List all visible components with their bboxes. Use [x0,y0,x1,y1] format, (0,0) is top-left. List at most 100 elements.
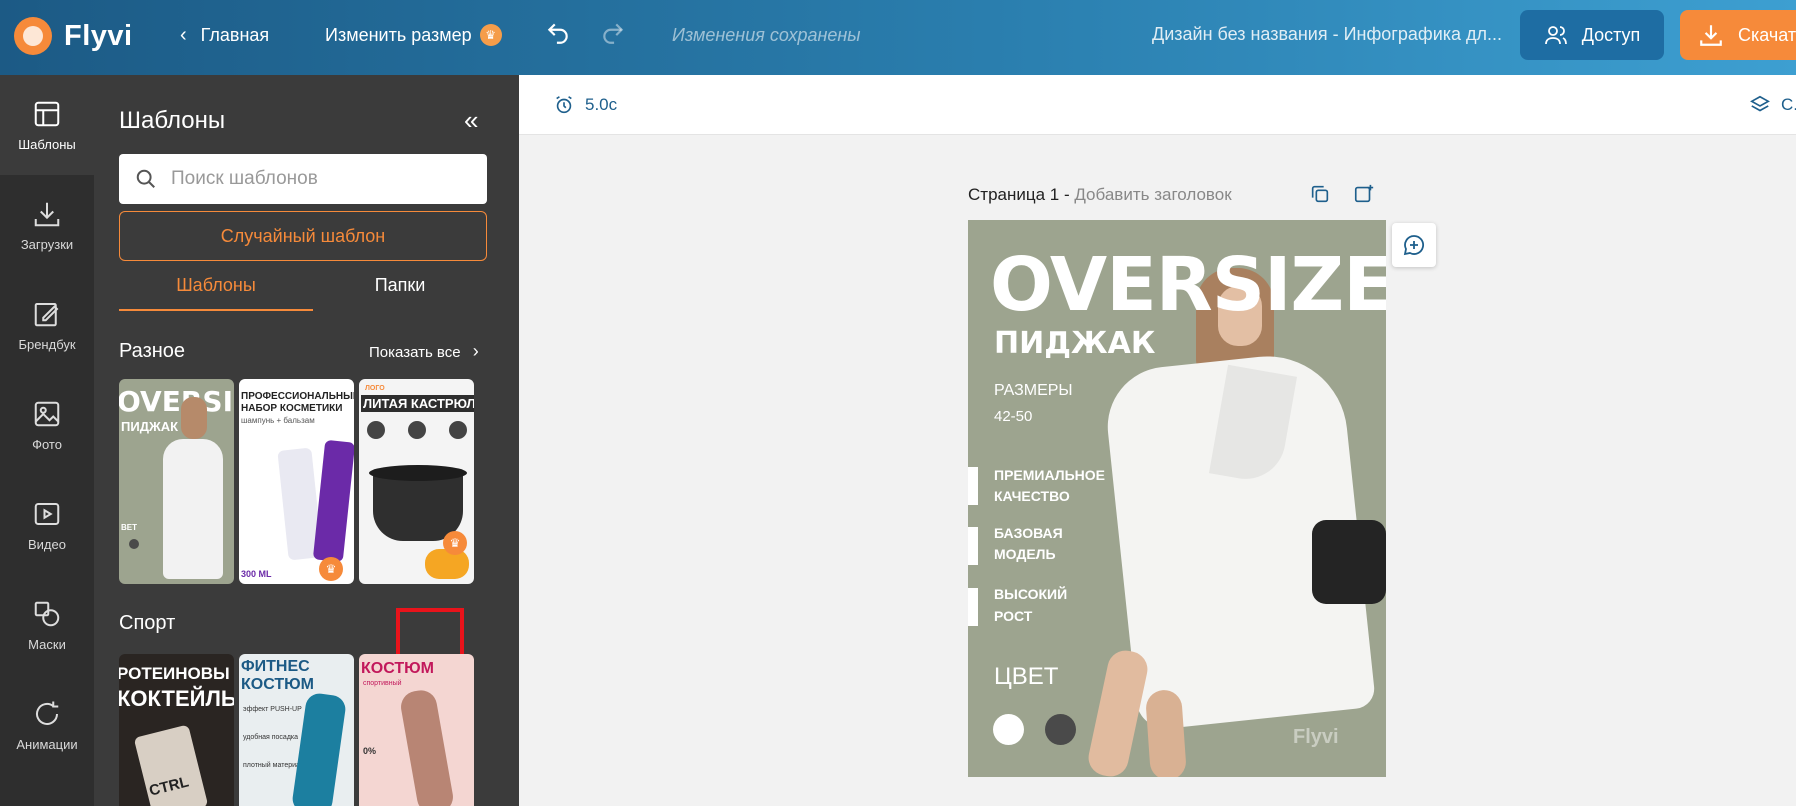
crown-icon: ♛ [319,557,343,581]
search-input[interactable] [171,168,471,190]
logo-icon [14,17,52,55]
rail-label: Анимации [16,736,78,752]
canvas-area: 5.0с С... Страница 1 - Добавить заголово… [519,75,1796,806]
feature-line[interactable]: РОСТ [994,608,1032,624]
download-button[interactable]: Скачат [1680,10,1796,60]
rail-item-masks[interactable]: Маски [0,575,94,675]
design-title[interactable]: OVERSIZE [990,242,1386,328]
search-icon [136,169,155,188]
color-swatch-dark[interactable] [1045,714,1076,745]
random-template-button[interactable]: Случайный шаблон [119,211,487,261]
brandbook-icon [34,302,59,326]
feature-line[interactable]: КАЧЕСТВО [994,488,1070,504]
search-box[interactable] [119,154,487,204]
layers-button[interactable]: С... [1749,94,1796,116]
color-dot [129,539,139,549]
color-swatch-white[interactable] [993,714,1024,745]
collapse-panel-icon[interactable]: « [464,105,478,136]
rail-item-video[interactable]: Видео [0,475,94,575]
page-actions [1309,183,1375,205]
feature-marker [968,527,978,565]
top-bar: Flyvi ‹ Главная Изменить размер ♛ Измене… [0,0,1796,75]
duration-control[interactable]: 5.0с [553,94,617,116]
layers-label: С... [1781,95,1796,114]
video-icon [34,502,60,525]
document-title[interactable]: Дизайн без названия - Инфографика дл... [1152,24,1502,45]
show-all-link[interactable]: Показать все › [369,341,479,362]
page-label: Страница 1 - Добавить заголовок [968,185,1232,205]
download-icon [1700,25,1722,46]
app-name: Flyvi [64,19,133,52]
feature-marker [968,588,978,626]
duplicate-page-icon[interactable] [1309,183,1331,205]
thumb-title: ПРОФЕССИОНАЛЬНЫЙ [241,391,354,402]
feature-circle-icon [408,421,426,439]
feature-line[interactable]: БАЗОВАЯ [994,525,1063,541]
template-thumb[interactable]: КОСТЮМ спортивный 0% [359,654,474,806]
bottle-purple [312,439,354,563]
template-thumb[interactable]: РОТЕИНОВЫ КОКТЕЙЛЬ CTRL [119,654,234,806]
feature-line[interactable]: МОДЕЛЬ [994,546,1056,562]
model-image [163,439,223,579]
crown-icon: ♛ [479,24,502,46]
feature-line[interactable]: ПРЕМИАЛЬНОЕ [994,467,1105,483]
thumb-caption: ЛОГО [365,385,385,392]
undo-icon [547,23,568,44]
resize-label: Изменить размер [325,24,472,45]
rail-item-templates[interactable]: Шаблоны [0,75,94,175]
feature-circle-icon [367,421,385,439]
feature-icons [367,421,467,441]
templates-panel: Шаблоны « Случайный шаблон Шаблоны Папки… [94,75,608,806]
crown-icon: ♛ [443,531,467,555]
sizes-value[interactable]: 42-50 [994,408,1032,425]
rail-item-animations[interactable]: Анимации [0,675,94,775]
page-number: Страница 1 - [968,185,1075,204]
color-label[interactable]: ЦВЕТ [994,663,1058,691]
image-icon [34,401,60,426]
model-bag [1312,520,1386,604]
template-thumb[interactable]: ПРОФЕССИОНАЛЬНЫЙ НАБОР КОСМЕТИКИ шампунь… [239,379,354,584]
rail-item-photo[interactable]: Фото [0,375,94,475]
template-thumb[interactable]: ФИТНЕС КОСТЮМ эффект PUSH-UP удобная пос… [239,654,354,806]
template-thumb[interactable]: OVERSIZE ПИДЖАК ВЕТ [119,379,234,584]
animation-icon [36,701,59,725]
home-label: Главная [200,25,270,45]
design-page[interactable]: OVERSIZE ПИДЖАК РАЗМЕРЫ 42-50 ПРЕМИАЛЬНО… [968,220,1386,777]
logo[interactable]: Flyvi [14,17,133,55]
rail-label: Брендбук [18,336,76,352]
users-icon [1544,26,1567,45]
design-subtitle[interactable]: ПИДЖАК [994,326,1155,361]
rail-label: Видео [28,536,66,552]
home-button[interactable]: ‹ Главная [180,24,269,47]
model-leg [1144,688,1188,777]
chevron-right-icon: › [472,341,479,361]
rail-item-uploads[interactable]: Загрузки [0,175,94,275]
thumb-title: ЛИТАЯ КАСТРЮЛЯ [361,395,474,412]
sizes-label[interactable]: РАЗМЕРЫ [994,382,1073,400]
tab-templates[interactable]: Шаблоны [119,275,313,311]
save-status: Изменения сохранены [672,25,861,45]
add-comment-button[interactable] [1392,223,1436,267]
redo-button[interactable] [600,20,626,46]
thumb-title: ФИТНЕС [241,658,310,675]
thumb-caption: плотный материал [243,762,305,769]
rail-label: Шаблоны [18,136,76,152]
left-rail: Шаблоны Загрузки Брендбук Фото Видео Мас… [0,75,94,806]
layers-icon [1750,95,1770,112]
feature-circle-icon [449,421,467,439]
thumb-subtitle: КОСТЮМ [241,676,314,693]
feature-line[interactable]: ВЫСОКИЙ [994,586,1067,602]
show-all-label: Показать все [369,344,461,361]
upload-icon [34,202,60,226]
template-thumb[interactable]: ЛОГО ЛИТАЯ КАСТРЮЛЯ ♛ [359,379,474,584]
thumb-caption: эффект PUSH-UP [243,706,302,713]
undo-button[interactable] [545,20,571,46]
tab-folders[interactable]: Папки [313,275,487,311]
access-button[interactable]: Доступ [1520,10,1664,60]
rail-item-brandbook[interactable]: Брендбук [0,275,94,375]
add-page-icon[interactable] [1353,183,1375,205]
resize-button[interactable]: Изменить размер ♛ [325,24,502,46]
redo-icon [603,23,624,44]
add-page-title[interactable]: Добавить заголовок [1074,185,1231,204]
rail-label: Загрузки [20,236,74,252]
